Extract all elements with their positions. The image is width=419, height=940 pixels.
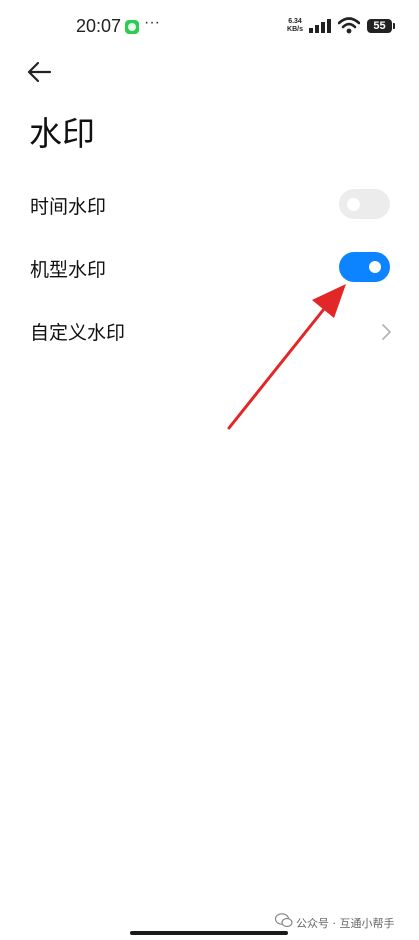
footer-watermark: 公众号 · 互通小帮手 [296,917,395,930]
annotation-arrow-icon [227,284,346,430]
wechat-logo-icon [275,913,293,928]
home-indicator[interactable] [130,931,288,935]
